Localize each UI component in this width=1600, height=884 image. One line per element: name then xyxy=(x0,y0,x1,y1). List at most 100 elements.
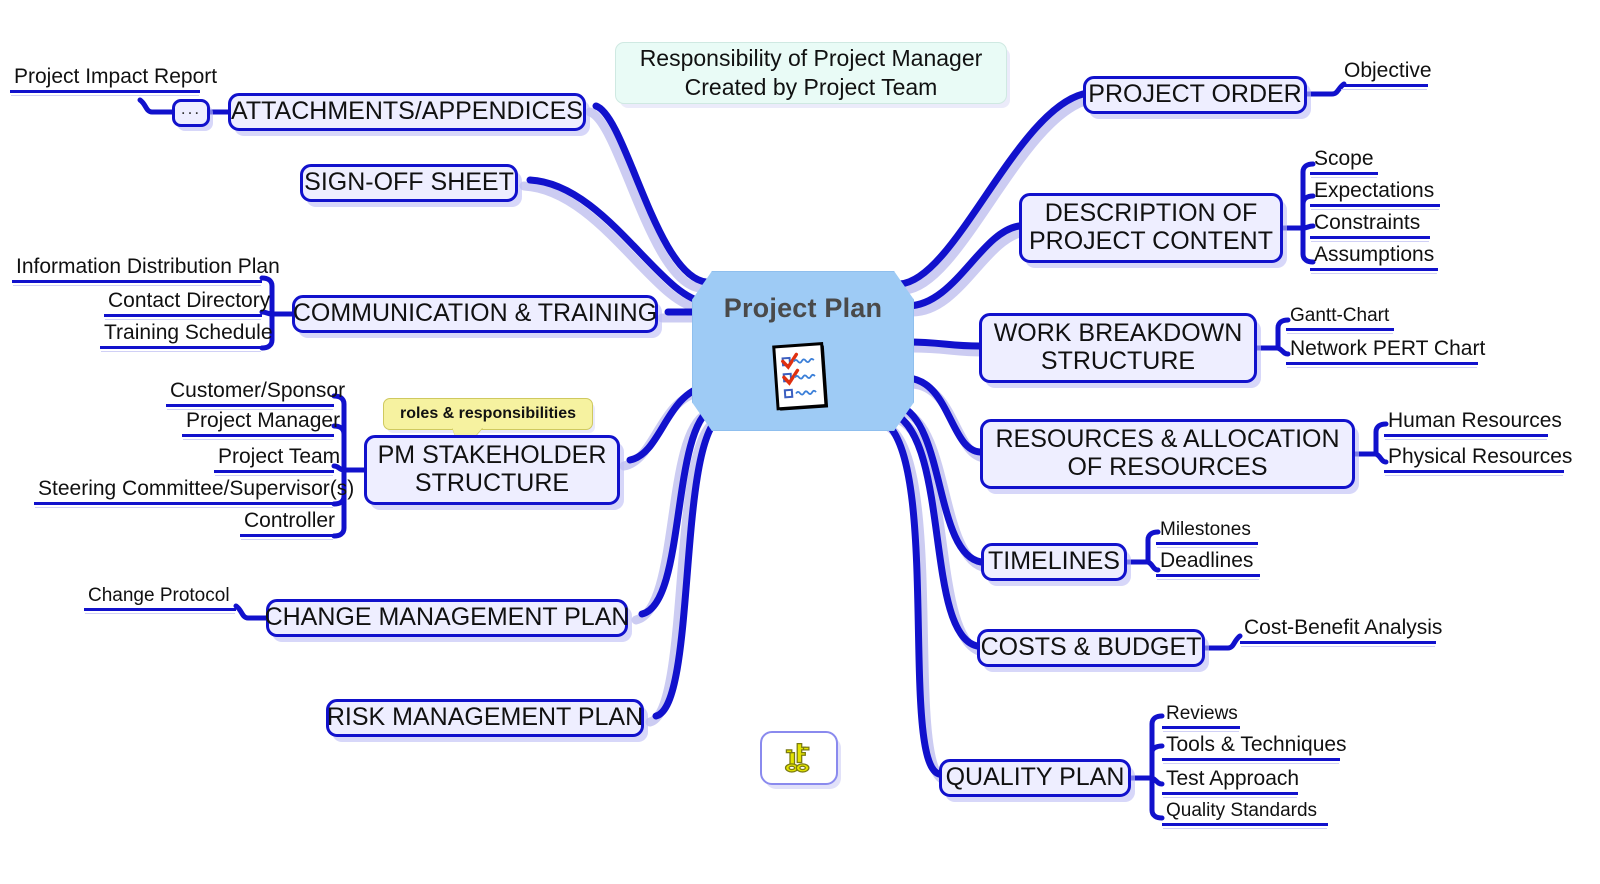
attachments-more-button[interactable]: ... xyxy=(172,99,210,127)
subtopic-label: Physical Resources xyxy=(1388,445,1573,468)
topic-label-line1: DESCRIPTION OF xyxy=(1044,199,1258,227)
topic-label: QUALITY PLAN xyxy=(945,763,1125,791)
subtopic-label: Tools & Techniques xyxy=(1166,733,1347,756)
subtopic-objective[interactable]: Objective xyxy=(1340,60,1436,87)
topic-label-line1: PM STAKEHOLDER xyxy=(377,441,607,469)
checklist-icon xyxy=(770,341,836,415)
subtopic-project-team[interactable]: Project Team xyxy=(214,446,344,473)
subtopic-tools-techniques[interactable]: Tools & Techniques xyxy=(1162,734,1351,761)
subtopic-label: Project Manager xyxy=(186,409,341,432)
topic-work-breakdown-structure[interactable]: WORK BREAKDOWN STRUCTURE xyxy=(979,313,1257,383)
subtopic-rule xyxy=(182,434,334,437)
topic-quality-plan[interactable]: QUALITY PLAN xyxy=(939,759,1131,797)
subtopic-quality-standards[interactable]: Quality Standards xyxy=(1162,801,1328,826)
subtopic-rule xyxy=(1310,172,1378,175)
subtopic-steering-committee[interactable]: Steering Committee/Supervisor(s) xyxy=(34,478,358,505)
keys-icon-box[interactable] xyxy=(760,731,838,785)
subtopic-information-distribution-plan[interactable]: Information Distribution Plan xyxy=(12,256,284,283)
subtopic-project-impact-report[interactable]: Project Impact Report xyxy=(10,66,221,93)
topic-risk-management-plan[interactable]: RISK MANAGEMENT PLAN xyxy=(326,699,644,737)
subtopic-constraints[interactable]: Constraints xyxy=(1310,212,1430,239)
topic-label: TIMELINES xyxy=(988,547,1120,575)
topic-label-line1: RESOURCES & ALLOCATION xyxy=(995,425,1340,453)
subtopic-label: Assumptions xyxy=(1314,243,1435,266)
topic-resources-allocation[interactable]: RESOURCES & ALLOCATION OF RESOURCES xyxy=(980,419,1355,489)
subtopic-reviews[interactable]: Reviews xyxy=(1162,704,1242,729)
topic-communication-training[interactable]: COMMUNICATION & TRAINING xyxy=(292,295,658,333)
header-note: Responsibility of Project Manager Create… xyxy=(615,42,1007,104)
header-note-line2: Created by Project Team xyxy=(684,74,938,100)
topic-attachments-appendices[interactable]: ATTACHMENTS/APPENDICES xyxy=(228,93,586,131)
subtopic-rule xyxy=(214,470,334,473)
subtopic-project-manager[interactable]: Project Manager xyxy=(182,410,344,437)
subtopic-rule xyxy=(1310,236,1430,239)
subtopic-rule xyxy=(240,534,334,537)
subtopic-deadlines[interactable]: Deadlines xyxy=(1156,550,1260,577)
subtopic-rule xyxy=(1240,641,1436,644)
subtopic-assumptions[interactable]: Assumptions xyxy=(1310,244,1438,271)
topic-label: COSTS & BUDGET xyxy=(980,633,1202,661)
subtopic-label: Controller xyxy=(244,509,336,532)
subtopic-rule xyxy=(1384,434,1548,437)
topic-costs-budget[interactable]: COSTS & BUDGET xyxy=(977,629,1205,667)
subtopic-label: Project Impact Report xyxy=(14,65,218,88)
topic-timelines[interactable]: TIMELINES xyxy=(981,543,1127,581)
subtopic-label: Test Approach xyxy=(1166,767,1300,790)
subtopic-rule xyxy=(1286,362,1478,365)
subtopic-rule xyxy=(1286,328,1394,331)
subtopic-rule xyxy=(1340,84,1428,87)
subtopic-rule xyxy=(1156,542,1258,545)
subtopic-expectations[interactable]: Expectations xyxy=(1310,180,1440,207)
topic-change-management-plan[interactable]: CHANGE MANAGEMENT PLAN xyxy=(265,599,629,637)
subtopic-label: Constraints xyxy=(1314,211,1421,234)
subtopic-gantt-chart[interactable]: Gantt-Chart xyxy=(1286,306,1394,331)
subtopic-cost-benefit-analysis[interactable]: Cost-Benefit Analysis xyxy=(1240,617,1446,644)
subtopic-contact-directory[interactable]: Contact Directory xyxy=(104,290,274,317)
subtopic-network-pert-chart[interactable]: Network PERT Chart xyxy=(1286,338,1489,365)
topic-label-line1: WORK BREAKDOWN xyxy=(993,319,1243,347)
subtopic-rule xyxy=(166,404,334,407)
subtopic-label: Human Resources xyxy=(1388,409,1562,432)
subtopic-test-approach[interactable]: Test Approach xyxy=(1162,768,1303,795)
subtopic-change-protocol[interactable]: Change Protocol xyxy=(84,586,236,611)
subtopic-label: Expectations xyxy=(1314,179,1435,202)
subtopic-rule xyxy=(12,280,262,283)
topic-label: PROJECT ORDER xyxy=(1088,80,1302,108)
subtopic-scope[interactable]: Scope xyxy=(1310,148,1378,175)
subtopic-label: Scope xyxy=(1314,147,1374,170)
subtopic-rule xyxy=(1310,204,1440,207)
subtopic-rule xyxy=(1384,470,1564,473)
topic-label: SIGN-OFF SHEET xyxy=(304,168,514,196)
subtopic-label: Network PERT Chart xyxy=(1290,337,1486,360)
topic-sign-off-sheet[interactable]: SIGN-OFF SHEET xyxy=(300,164,518,202)
roles-note-label: roles & responsibilities xyxy=(399,405,577,422)
keys-icon xyxy=(784,742,810,773)
subtopic-label: Information Distribution Plan xyxy=(16,255,280,278)
roles-responsibilities-note: roles & responsibilities xyxy=(383,398,593,453)
topic-label: ATTACHMENTS/APPENDICES xyxy=(231,97,583,125)
ellipsis-label: ... xyxy=(180,99,202,118)
subtopic-customer-sponsor[interactable]: Customer/Sponsor xyxy=(166,380,349,407)
subtopic-controller[interactable]: Controller xyxy=(240,510,339,537)
subtopic-label: Customer/Sponsor xyxy=(170,379,346,402)
topic-description-of-project-content[interactable]: DESCRIPTION OF PROJECT CONTENT xyxy=(1019,193,1283,263)
topic-label-line2: OF RESOURCES xyxy=(1067,453,1268,481)
topic-label: RISK MANAGEMENT PLAN xyxy=(326,703,644,731)
subtopic-physical-resources[interactable]: Physical Resources xyxy=(1384,446,1576,473)
subtopic-training-schedule[interactable]: Training Schedule xyxy=(100,322,277,349)
subtopic-rule xyxy=(100,346,262,349)
topic-label-line2: STRUCTURE xyxy=(414,469,570,497)
topic-label-line2: PROJECT CONTENT xyxy=(1029,227,1273,255)
topic-label-line2: STRUCTURE xyxy=(1040,347,1196,375)
subtopic-rule xyxy=(1162,792,1298,795)
topic-project-order[interactable]: PROJECT ORDER xyxy=(1083,76,1307,114)
central-node[interactable]: Project Plan xyxy=(692,271,920,438)
subtopic-label: Project Team xyxy=(218,445,341,468)
subtopic-milestones[interactable]: Milestones xyxy=(1156,520,1258,545)
subtopic-rule xyxy=(1162,726,1240,729)
subtopic-human-resources[interactable]: Human Resources xyxy=(1384,410,1566,437)
subtopic-rule xyxy=(1162,823,1328,826)
subtopic-rule xyxy=(1156,574,1260,577)
subtopic-label: Steering Committee/Supervisor(s) xyxy=(38,477,355,500)
topic-pm-stakeholder-structure[interactable]: PM STAKEHOLDER STRUCTURE xyxy=(364,435,620,505)
